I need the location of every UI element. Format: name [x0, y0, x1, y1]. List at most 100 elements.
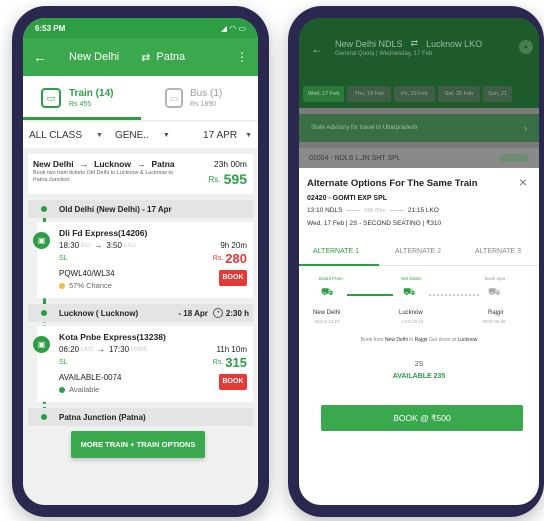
- train-class: SL: [59, 255, 68, 262]
- chevron-down-icon[interactable]: ▼: [245, 132, 252, 139]
- station-dot: [41, 310, 47, 316]
- train-class: SL: [59, 359, 68, 366]
- mode-tabs: ▭ Train (14) Rs 455 ▭ Bus (1) Rs 1890: [23, 76, 258, 120]
- chevron-down-icon[interactable]: ▼: [96, 132, 103, 139]
- from-code: DLI: [81, 242, 91, 249]
- arrival-time: 3:50: [106, 241, 122, 250]
- route-stop-c: Patna: [151, 159, 175, 169]
- modal-train: 02420 - GOMTI EXP SPL: [307, 195, 388, 202]
- board-label: Board From: [319, 276, 343, 281]
- right-phone: ← New Delhi NDLS ⇄ Lucknow LKO General Q…: [288, 6, 544, 517]
- status-bar: 6:53 PM ◢ ◠ ▭: [23, 18, 258, 38]
- journey-line-remaining: [429, 294, 479, 296]
- route-price: 595: [223, 171, 247, 187]
- train-card[interactable]: ▣ Dli Fd Express(14206) 18:30 DLI → 3:50…: [33, 222, 253, 298]
- filter-bar: ALL CLASS ▼ GENE.. ▼ 17 APR ▼: [23, 122, 258, 148]
- train-name: Dli Fd Express(14206): [59, 228, 148, 238]
- train-row[interactable]: 02004 - NDLS L.JN SHT SPL: [299, 148, 539, 168]
- date-chip[interactable]: Thu, 18 Feb: [347, 86, 392, 102]
- from-city[interactable]: New Delhi: [69, 51, 119, 63]
- bookupto-code: RGD 06:36: [483, 319, 506, 324]
- alternate-tabs: ALTERNATE 1 ALTERNATE 2 ALTERNATE 3: [299, 238, 539, 266]
- back-arrow-icon[interactable]: ←: [311, 42, 323, 56]
- getdown-train-icon: ⛟: [403, 287, 416, 298]
- transfer-header: Lucknow ( Lucknow) - 18 Apr ◔ 2:30 h: [28, 304, 253, 322]
- tab-bus[interactable]: ▭ Bus (1) Rs 1890: [165, 76, 258, 120]
- status-time: 6:53 PM: [35, 23, 66, 33]
- transfer-date: - 18 Apr: [178, 308, 208, 318]
- getdown-station: Lucknow: [399, 310, 423, 316]
- train-duration: 11h 10m: [216, 345, 247, 354]
- book-alternate-button[interactable]: BOOK @ ₹500: [321, 405, 523, 431]
- quota-filter[interactable]: GENE..: [115, 130, 149, 141]
- station-dot: [41, 206, 47, 212]
- modal-duration: 09h 00m: [364, 207, 386, 214]
- bottom-area: [23, 466, 258, 505]
- route-stop-b: Lucknow: [94, 159, 131, 169]
- train-name: Kota Pnbe Express(13238): [59, 332, 166, 342]
- station-name: Patna Junction (Patna): [59, 412, 146, 422]
- booking-status: PQWL40/WL34: [59, 269, 115, 278]
- modal-info: Wed, 17 Feb | 2S - SECOND SEATING | ₹310: [307, 220, 442, 227]
- tab-alternate-2[interactable]: ALTERNATE 2: [395, 248, 441, 255]
- close-icon[interactable]: ×: [519, 174, 527, 190]
- arrow-right-icon: →: [94, 241, 103, 250]
- to-code: LKO: [123, 242, 136, 249]
- confirm-chance: 57% Chance: [69, 281, 112, 290]
- available-dot: [59, 386, 65, 393]
- getdown-label: Get Down: [401, 276, 422, 281]
- chance-dot: [59, 282, 65, 289]
- whatsapp-icon[interactable]: ●: [519, 40, 533, 54]
- getdown-code: LKO 21:15: [402, 319, 424, 324]
- date-chip[interactable]: Sun, 21: [483, 86, 513, 102]
- train-row-name: 02004 - NDLS L.JN SHT SPL: [309, 154, 401, 162]
- date-chip-active[interactable]: Wed, 17 Feb: [303, 86, 345, 102]
- chevron-down-icon[interactable]: ▼: [163, 132, 170, 139]
- booking-status: AVAILABLE-0074: [59, 373, 122, 382]
- chevron-right-icon: ›: [524, 123, 527, 133]
- journey-line: [347, 294, 393, 296]
- more-options-button[interactable]: MORE TRAIN + TRAIN OPTIONS: [71, 431, 205, 458]
- swap-icon[interactable]: ⇄: [141, 51, 150, 64]
- advisory-banner[interactable]: State Advisory for travel to Uttarprades…: [299, 114, 539, 142]
- train-tab-label: Train (14): [69, 88, 114, 99]
- right-screen: ← New Delhi NDLS ⇄ Lucknow LKO General Q…: [299, 18, 539, 505]
- left-phone: 6:53 PM ◢ ◠ ▭ ← New Delhi ⇄ Patna ⋮ ▭ Tr…: [12, 6, 269, 517]
- class-filter[interactable]: ALL CLASS: [29, 130, 82, 141]
- book-button[interactable]: BOOK: [219, 270, 247, 286]
- tab-alternate-1[interactable]: ALTERNATE 1: [313, 248, 359, 255]
- route-stop-a: New Delhi: [33, 159, 74, 169]
- booking-note: Book from New Delhi to Rajgir Get down a…: [360, 337, 478, 343]
- route-duration: 23h 00m: [213, 159, 247, 169]
- arrival-time: 17:30: [109, 345, 130, 354]
- arrow-right-icon: →: [97, 345, 106, 354]
- to-code: PNBE: [131, 346, 148, 353]
- back-arrow-icon[interactable]: ←: [33, 49, 53, 65]
- date-filter[interactable]: 17 APR: [203, 130, 237, 141]
- clock-icon: ◔: [212, 308, 223, 318]
- app-header: ← New Delhi NDLS ⇄ Lucknow LKO General Q…: [299, 18, 539, 80]
- tab-alternate-3[interactable]: ALTERNATE 3: [475, 248, 521, 255]
- app-header: ← New Delhi ⇄ Patna ⋮: [23, 38, 258, 76]
- board-code: NDLS 13:10: [315, 319, 340, 324]
- date-strip: Wed, 17 Feb Thu, 18 Feb Fri, 19 Feb Sat,…: [299, 80, 539, 108]
- seat-class: 2S: [414, 361, 424, 368]
- to-city[interactable]: Patna: [156, 51, 185, 63]
- modal-arrival: 21:15 LKO: [407, 207, 439, 214]
- route-card[interactable]: New Delhi → Lucknow → Patna Book two tra…: [28, 154, 253, 194]
- train-price: 315: [225, 355, 247, 370]
- train-card[interactable]: ▣ Kota Pnbe Express(13238) 06:20 LKO → 1…: [33, 326, 253, 402]
- book-button[interactable]: BOOK: [219, 374, 247, 390]
- date-chip[interactable]: Sat, 20 Feb: [437, 86, 481, 102]
- overflow-menu-icon[interactable]: ⋮: [236, 50, 248, 64]
- from-station: New Delhi NDLS: [335, 38, 403, 49]
- train-tab-price: Rs 455: [69, 101, 92, 108]
- bus-tab-label: Bus (1): [190, 88, 223, 99]
- active-tab-indicator: [23, 117, 141, 120]
- station-header: Patna Junction (Patna): [28, 408, 253, 426]
- price-currency: Rs.: [212, 359, 224, 366]
- departure-time: 18:30: [59, 241, 80, 250]
- date-chip[interactable]: Fri, 19 Feb: [394, 86, 435, 102]
- tab-train[interactable]: ▭ Train (14) Rs 455: [23, 76, 141, 120]
- bus-tab-price: Rs 1890: [190, 101, 217, 108]
